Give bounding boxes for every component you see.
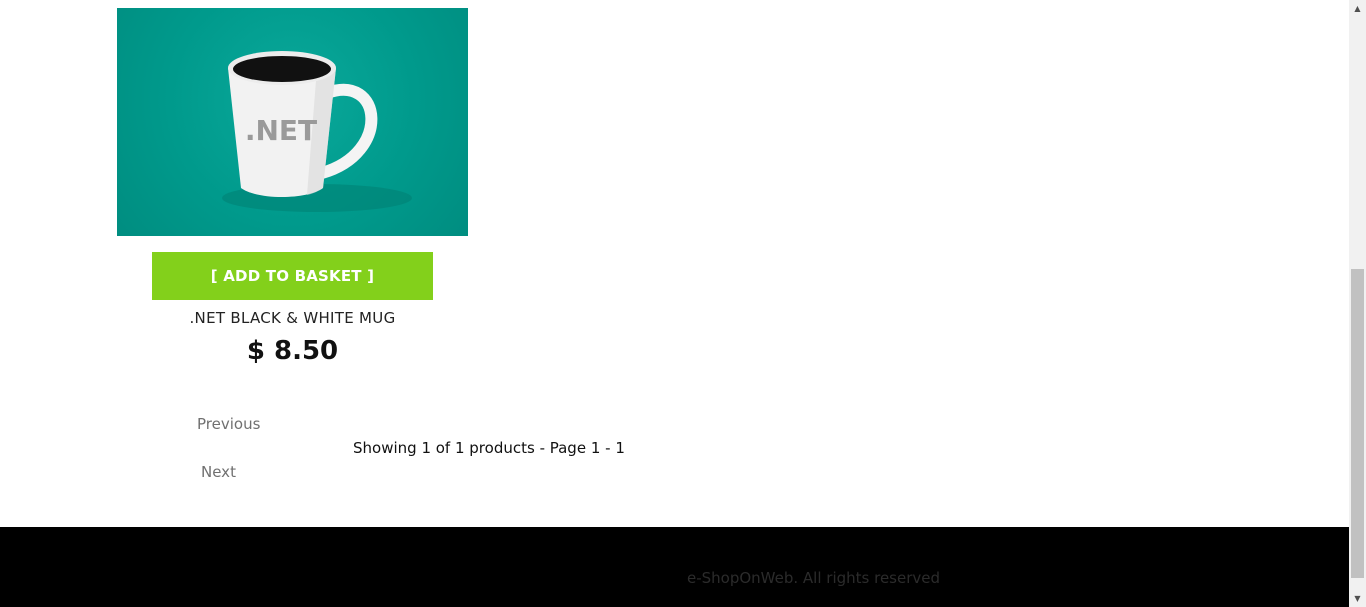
mug-illustration: .NET — [222, 51, 412, 212]
pager-previous-link[interactable]: Previous — [197, 415, 260, 433]
product-name: .NET BLACK & WHITE MUG — [189, 309, 396, 327]
mug-print-text: .NET — [245, 114, 317, 147]
pager-info: Showing 1 of 1 products - Page 1 - 1 — [353, 439, 625, 457]
scrollbar-thumb[interactable] — [1351, 269, 1364, 578]
pager-next-link[interactable]: Next — [201, 463, 236, 481]
mug-inside — [233, 56, 331, 82]
add-to-basket-button[interactable]: [ ADD TO BASKET ] — [152, 252, 433, 300]
vertical-scrollbar[interactable]: ▲ ▼ — [1349, 0, 1366, 607]
scroll-down-arrow-icon[interactable]: ▼ — [1349, 590, 1366, 607]
product-price: $ 8.50 — [246, 336, 339, 366]
scroll-up-arrow-icon[interactable]: ▲ — [1349, 0, 1366, 17]
page: .NET [ ADD TO BASKET ] .NET BLACK & WHIT… — [0, 0, 1366, 607]
product-image: .NET — [117, 8, 468, 236]
footer: e-ShopOnWeb. All rights reserved — [0, 527, 1349, 607]
footer-copyright: e-ShopOnWeb. All rights reserved — [687, 569, 941, 587]
